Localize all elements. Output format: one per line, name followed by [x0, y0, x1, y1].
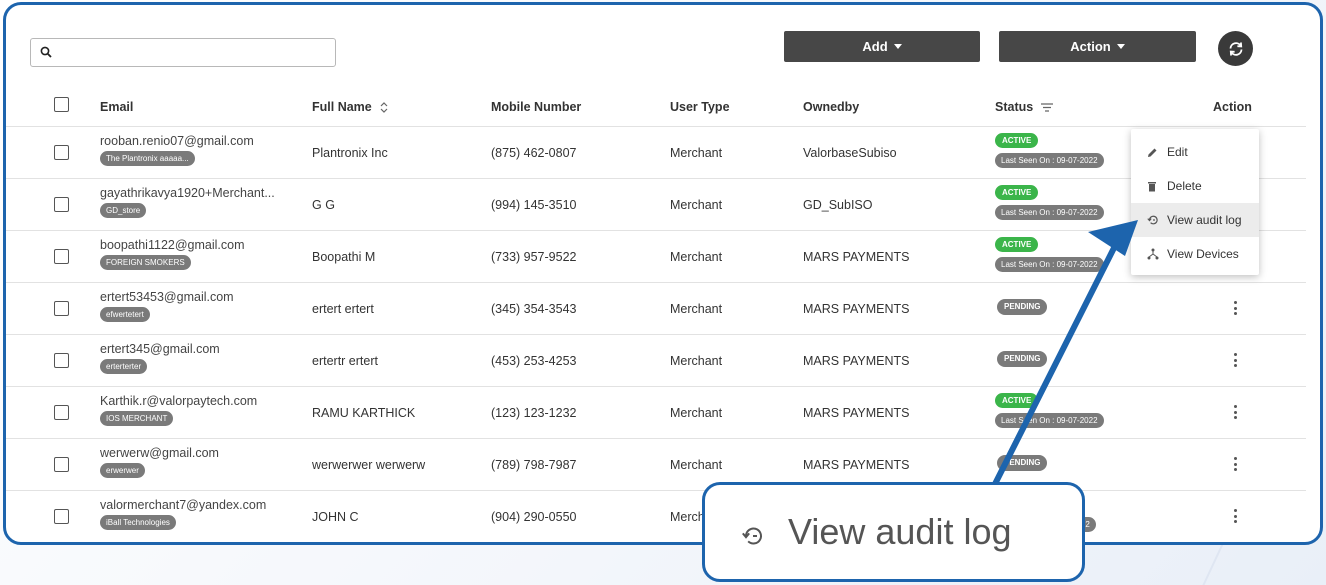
annotation-arrow [992, 220, 1138, 487]
history-icon [742, 527, 762, 545]
zoom-callout: View audit log [702, 482, 1085, 582]
callout-label: View audit log [788, 511, 1012, 552]
